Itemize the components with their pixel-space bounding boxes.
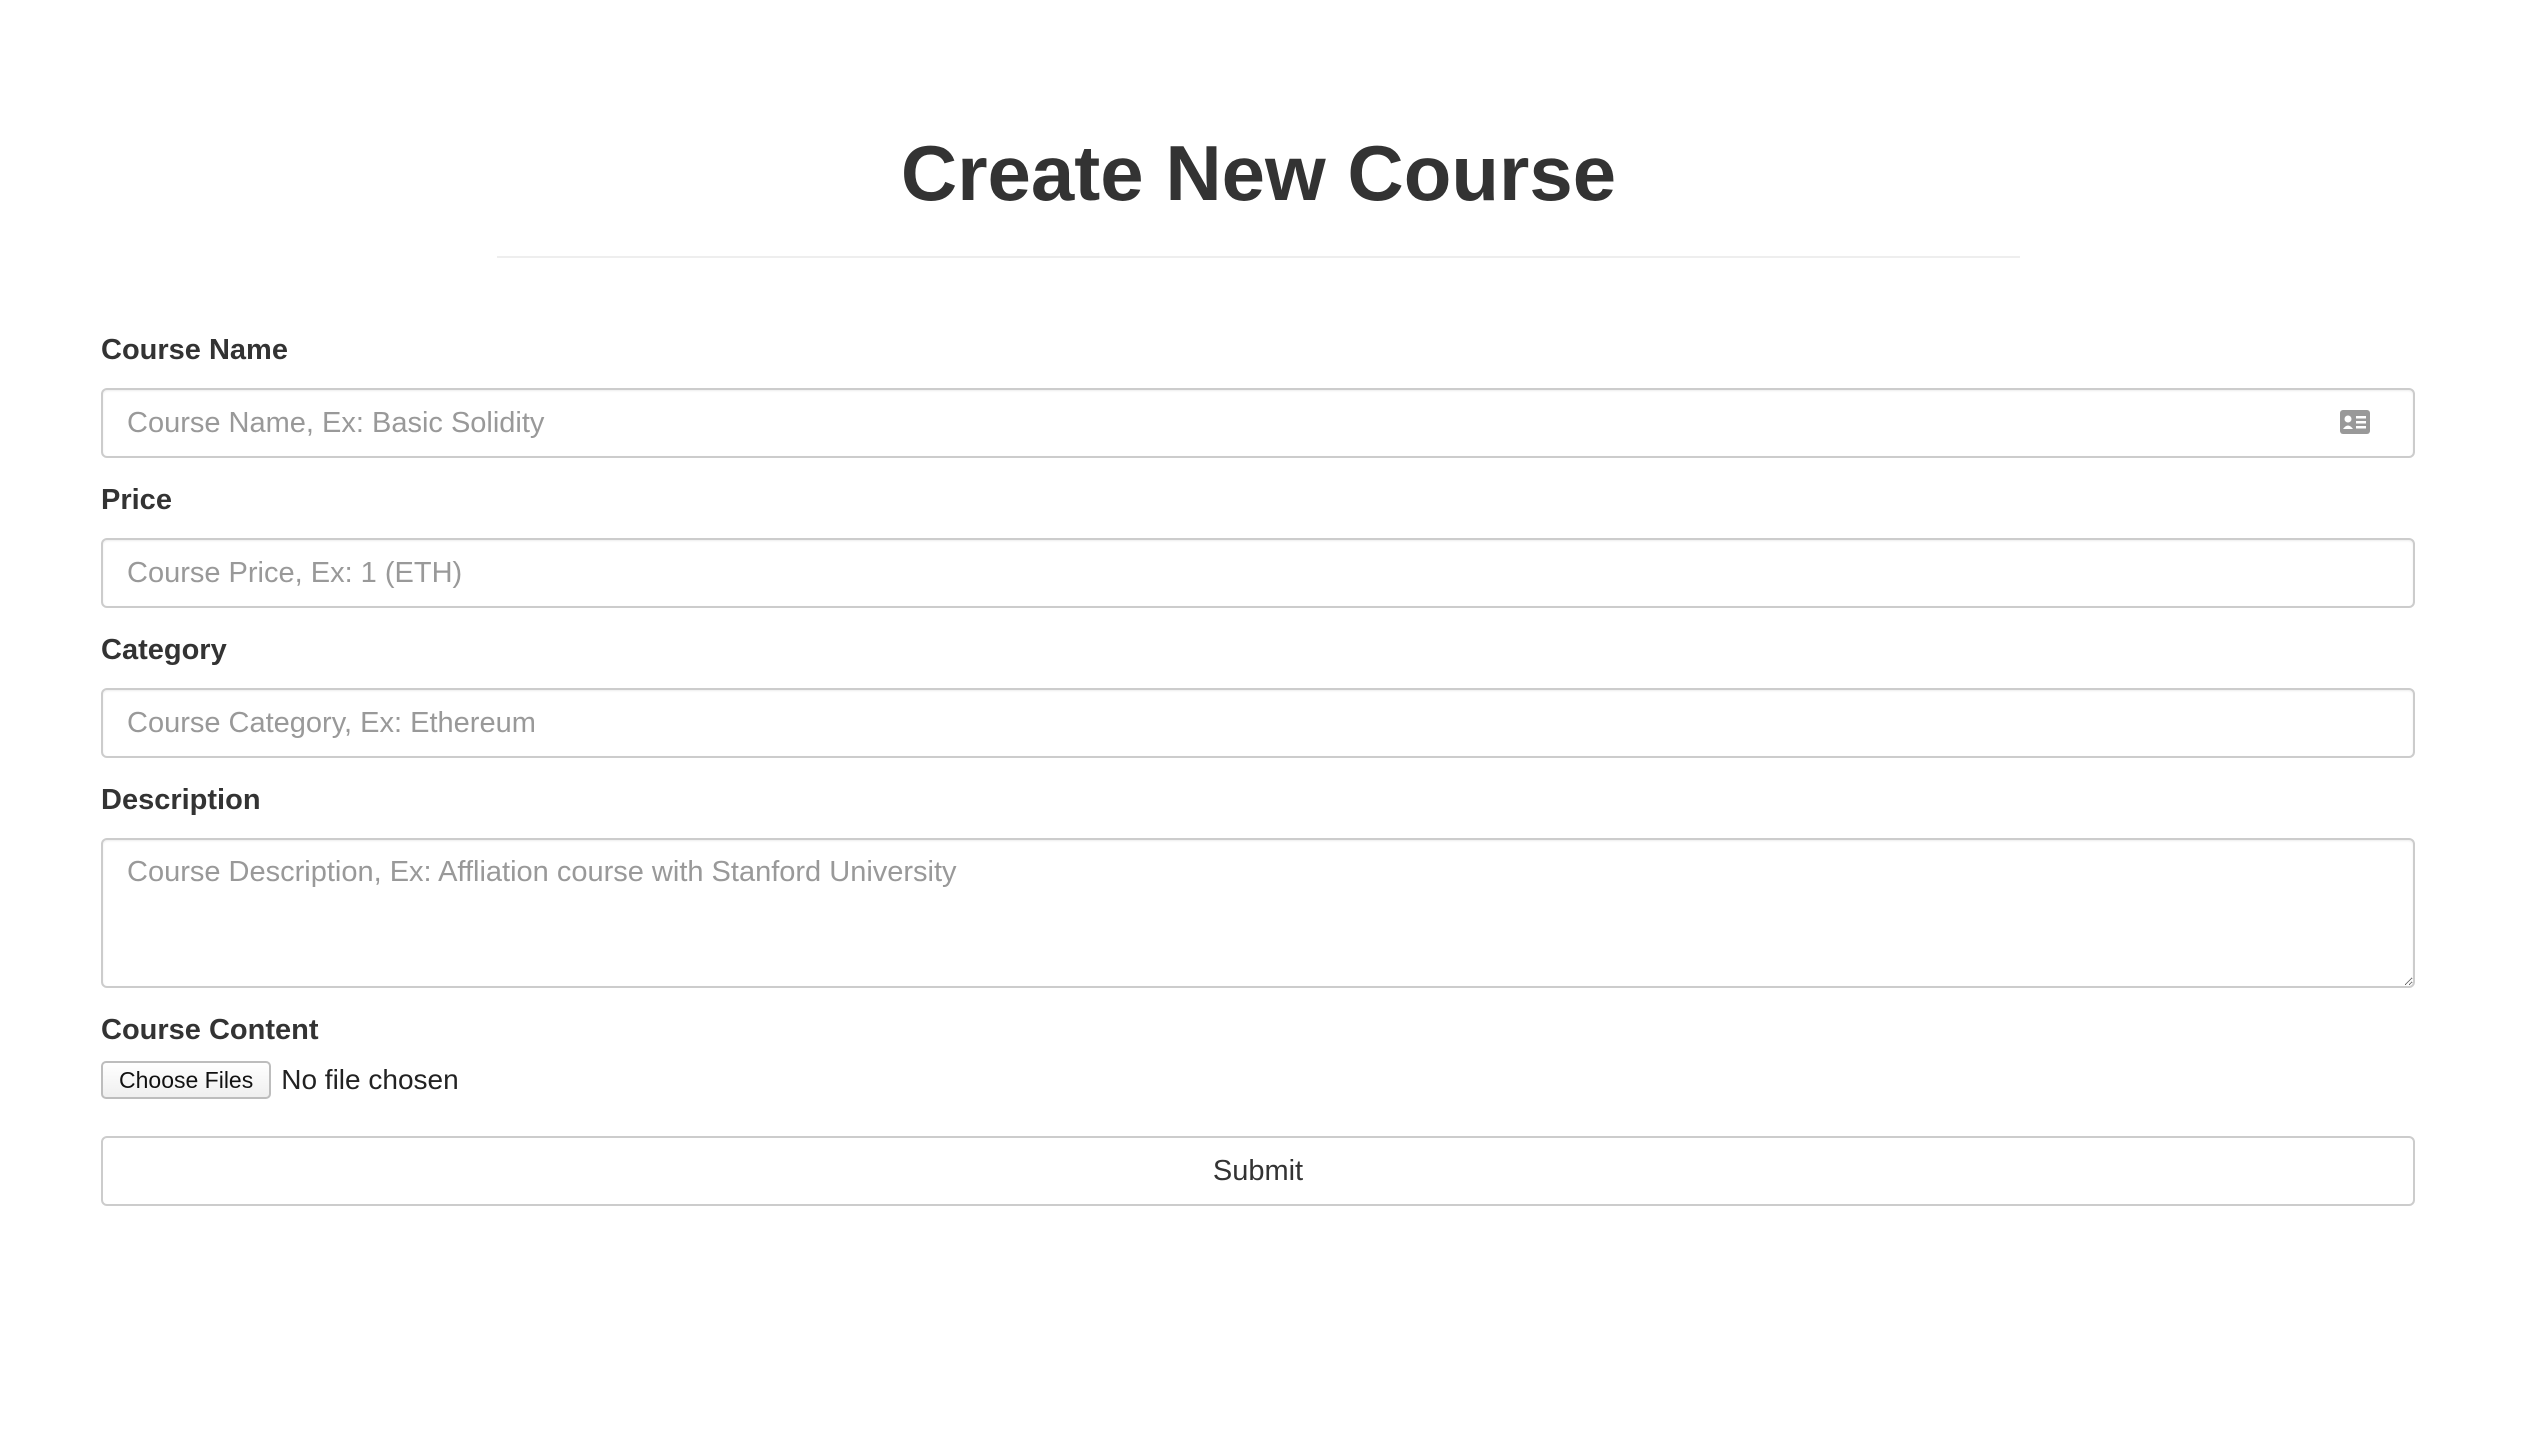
description-label: Description: [101, 784, 261, 816]
course-name-group: Course Name: [101, 330, 2415, 460]
description-group: Description: [101, 780, 2415, 988]
page-header: Create New Course: [497, 118, 2020, 258]
choose-files-button[interactable]: Choose Files: [101, 1061, 272, 1099]
category-label: Category: [101, 634, 227, 666]
course-name-label: Course Name: [101, 334, 288, 366]
create-course-form: Course Name Price Category Des: [101, 330, 2415, 1206]
contact-card-icon[interactable]: [2339, 409, 2371, 435]
page: Create New Course Course Name Price: [0, 0, 2524, 1446]
page-title: Create New Course: [900, 129, 1617, 217]
category-input[interactable]: [101, 688, 2415, 758]
price-label: Price: [101, 484, 172, 516]
price-input[interactable]: [101, 538, 2415, 608]
category-group: Category: [101, 630, 2415, 760]
course-content-group: Course Content Choose Files No file chos…: [101, 1010, 2415, 1100]
submit-button[interactable]: Submit: [101, 1136, 2415, 1206]
price-group: Price: [101, 480, 2415, 610]
description-textarea[interactable]: [101, 838, 2415, 988]
file-status: No file chosen: [281, 1064, 459, 1095]
course-name-input[interactable]: [101, 388, 2415, 458]
file-picker: Choose Files No file chosen: [101, 1060, 2415, 1100]
course-content-label: Course Content: [101, 1014, 319, 1046]
